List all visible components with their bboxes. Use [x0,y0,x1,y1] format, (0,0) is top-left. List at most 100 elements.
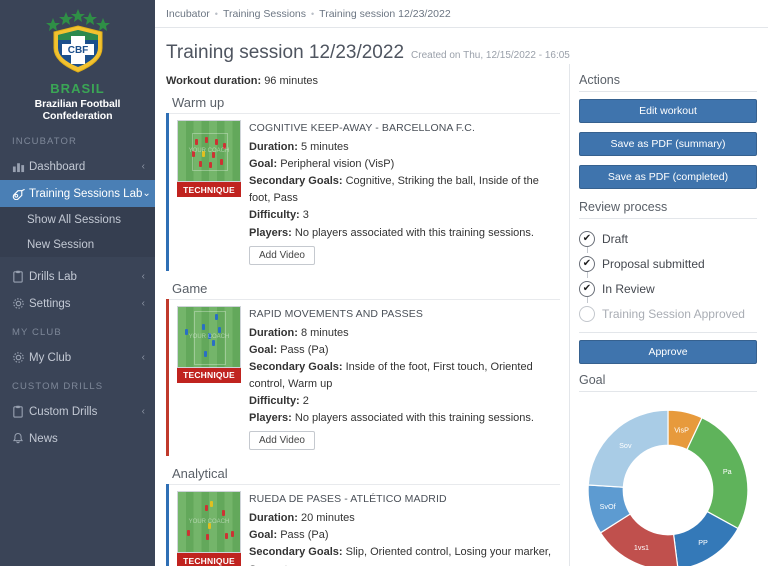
sidebar-item-label: Training Sessions Lab [29,187,143,200]
goal-chart-title: Goal [579,373,757,392]
sidebar-item-settings[interactable]: Settings ‹ [0,290,155,317]
donut-segment-label: VisP [674,426,689,435]
breadcrumb: Incubator • Training Sessions • Training… [155,0,768,28]
content-columns: Workout duration: 96 minutes Warm up YOU… [155,64,768,566]
clipboard-icon [12,270,29,283]
actions-panel: Actions Edit workout Save as PDF (summar… [569,64,765,566]
exercise-card[interactable]: YOUR COACH TECHNIQUE COGNITIVE KEEP-AWAY… [169,113,560,271]
exercise-details: RUEDA DE PASES - ATLÉTICO MADRID Duratio… [249,491,560,566]
add-video-button[interactable]: Add Video [249,431,315,451]
review-step-label: Training Session Approved [602,306,745,321]
review-process-title: Review process [579,198,757,219]
exercise-goal: Goal: Pass (Pa) [249,342,560,359]
sidebar-item-dashboard[interactable]: Dashboard ‹ [0,153,155,180]
review-step-draft[interactable]: ✔ Draft [579,226,757,253]
exercise-difficulty: Difficulty: 3 [249,207,560,224]
pitch-diagram-icon: YOUR COACH [177,491,241,554]
secondary-label: Secondary Goals: [249,360,343,373]
sidebar-item-custom-drills[interactable]: Custom Drills ‹ [0,398,155,425]
goal-label: Goal: [249,343,278,356]
check-icon: ✔ [579,255,595,272]
donut-segment-label: 1vs1 [634,543,649,552]
brand-org: Brazilian Football Confederation [34,98,121,122]
edit-workout-button[interactable]: Edit workout [579,99,757,123]
sidebar-item-label: Custom Drills [29,405,98,418]
exercise-card[interactable]: YOUR COACH TECHNIQUE RAPID MOVEMENTS AND… [169,298,560,457]
donut-segment-label: PP [698,538,708,547]
duration-label: Duration: [249,141,298,154]
breadcrumb-training-sessions[interactable]: Training Sessions [223,8,306,20]
exercise-details: RAPID MOVEMENTS AND PASSES Duration: 8 m… [249,306,560,451]
section-body: YOUR COACH TECHNIQUE RAPID MOVEMENTS AND… [166,298,560,457]
whistle-icon [12,187,29,200]
pitch-diagram-icon: YOUR COACH [177,120,241,182]
donut-segment-label: SvOf [600,502,617,511]
exercise-name: RAPID MOVEMENTS AND PASSES [249,307,423,320]
sidebar-item-training-sessions-lab[interactable]: Training Sessions Lab ⌄ [0,180,155,207]
exercise-secondary-goals: Secondary Goals: Cognitive, Striking the… [249,173,560,207]
review-step-label: In Review [602,281,655,296]
exercise-duration: Duration: 5 minutes [249,139,560,156]
goal-donut-chart: VisP Pa PP 1vs1 SvOf Sov [579,399,757,566]
donut-segment[interactable] [686,416,749,530]
check-icon: ✔ [579,230,595,247]
add-video-button[interactable]: Add Video [249,245,315,265]
difficulty-value: 2 [302,395,309,407]
goal-value: Pass (Pa) [280,343,329,356]
section-body: YOUR COACH TECHNIQUE RUEDA DE PASES - AT… [166,484,560,566]
section-title: Game [172,280,208,296]
page-title: Training session 12/23/2022 [166,42,405,63]
section-analytical: Analytical YOUR COACH TECHNIQUE RUEDA DE… [166,465,560,566]
exercise-players: Players: No players associated with this… [249,410,560,427]
exercise-thumbnail[interactable]: YOUR COACH TECHNIQUE [177,305,241,451]
duration-label: Duration: [249,326,298,339]
difficulty-label: Difficulty: [249,395,300,407]
breadcrumb-separator: • [311,8,315,19]
exercise-thumbnail[interactable]: YOUR COACH TECHNIQUE [177,120,241,265]
duration-value: 20 minutes [300,512,355,525]
brand-country: BRASIL [50,81,105,96]
donut-segment-label: Sov [619,441,632,450]
save-pdf-summary-button[interactable]: Save as PDF (summary) [579,132,757,156]
secondary-label: Secondary Goals: [249,546,343,559]
sidebar-item-news[interactable]: News [0,425,155,452]
chevron-left-icon: ‹ [141,161,145,172]
exercise-thumbnail[interactable]: YOUR COACH TECHNIQUE [177,491,241,566]
review-step-label: Draft [602,231,629,246]
section-warm-up: Warm up YOUR COACH TECHNIQUE COGNITIVE K… [166,94,560,271]
sidebar-item-drills-lab[interactable]: Drills Lab ‹ [0,263,155,290]
main-content: Incubator • Training Sessions • Training… [155,0,768,566]
goal-value: Peripheral vision (VisP) [280,158,395,171]
breadcrumb-incubator[interactable]: Incubator [166,8,210,20]
workout-duration-value: 96 minutes [264,75,318,87]
app-root: CBF BRASIL Brazilian Football Confederat… [0,0,768,566]
duration-value: 5 minutes [300,141,349,154]
sidebar-item-my-club[interactable]: My Club ‹ [0,344,155,371]
save-pdf-completed-button[interactable]: Save as PDF (completed) [579,165,757,189]
pitch-watermark: YOUR COACH [188,148,230,154]
exercise-type-badge: TECHNIQUE [177,182,241,197]
review-steps: ✔ Draft ✔ Proposal submitted ✔ In Review [579,226,757,326]
nav-section-my-club: MY CLUB [12,327,62,338]
sidebar-subitem-show-all-sessions[interactable]: Show All Sessions [0,207,155,232]
review-step-approved: Training Session Approved [579,301,757,326]
approve-button[interactable]: Approve [579,340,757,364]
players-value: No players associated with this training… [294,412,534,425]
players-label: Players: [249,226,292,239]
brand-block: CBF BRASIL Brazilian Football Confederat… [0,0,155,126]
page-created-meta: Created on Thu, 12/15/2022 - 16:05 [411,50,570,61]
difficulty-value: 3 [302,209,309,222]
pitch-watermark: YOUR COACH [188,519,230,526]
section-title: Warm up [172,95,225,110]
review-step-proposal-submitted[interactable]: ✔ Proposal submitted [579,251,757,278]
sidebar-subitem-new-session[interactable]: New Session [0,232,155,257]
sidebar-item-label: Settings [29,297,71,310]
exercise-goal: Goal: Peripheral vision (VisP) [249,156,560,173]
nav-section-custom-drills: CUSTOM DRILLS [12,381,104,392]
circle-empty-icon [579,305,595,322]
chevron-left-icon: ‹ [141,352,145,363]
review-step-in-review[interactable]: ✔ In Review [579,276,757,303]
exercise-secondary-goals: Secondary Goals: Inside of the foot, Fir… [249,359,560,393]
actions-title: Actions [579,64,757,92]
exercise-card[interactable]: YOUR COACH TECHNIQUE RUEDA DE PASES - AT… [169,484,560,566]
